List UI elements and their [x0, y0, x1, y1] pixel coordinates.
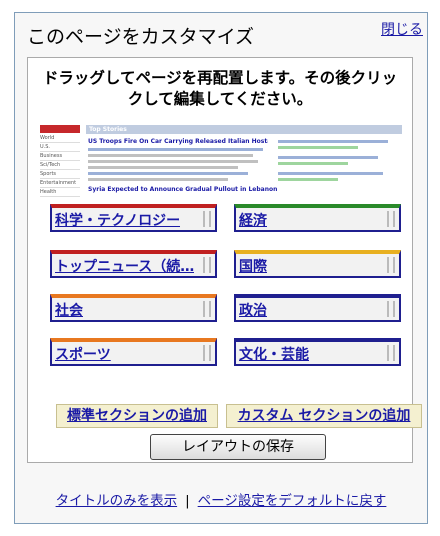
preview-text-line: [88, 154, 253, 157]
preview-text-line: [88, 166, 238, 169]
drag-handle-icon[interactable]: [203, 345, 211, 361]
section-tile[interactable]: 科学・テクノロジー: [50, 204, 217, 232]
preview-nav-item: Business: [40, 153, 80, 161]
section-tile[interactable]: 文化・芸能: [234, 338, 401, 366]
panel-header: このページをカスタマイズ 閉じる: [15, 13, 427, 53]
preview-text-line: [278, 156, 378, 159]
customize-panel: このページをカスタマイズ 閉じる ドラッグしてページを再配置します。その後クリッ…: [14, 12, 428, 524]
preview-top-bar: Top Stories: [86, 125, 402, 134]
section-tile-label[interactable]: 社会: [55, 300, 83, 320]
preview-headline: US Troops Fire On Car Carrying Released …: [88, 138, 268, 145]
section-tile[interactable]: 国際: [234, 250, 401, 278]
drag-handle-icon[interactable]: [203, 301, 211, 317]
section-tile-label[interactable]: トップニュース（続…: [55, 256, 194, 276]
section-tile-label[interactable]: 文化・芸能: [239, 344, 309, 364]
section-tile-label[interactable]: 科学・テクノロジー: [55, 210, 180, 230]
footer-separator: |: [185, 493, 190, 509]
add-standard-section-button[interactable]: 標準セクションの追加: [56, 404, 218, 428]
preview-section-label: Top Stories: [89, 126, 127, 133]
drag-handle-icon[interactable]: [387, 211, 395, 227]
preview-nav-item: U.S.: [40, 144, 80, 152]
preview-nav-item: World: [40, 135, 80, 143]
preview-text-line: [88, 172, 248, 175]
preview-text-line: [278, 146, 358, 149]
drag-handle-icon[interactable]: [387, 345, 395, 361]
section-tile[interactable]: 政治: [234, 294, 401, 322]
preview-nav-item: Sci/Tech: [40, 162, 80, 170]
close-link[interactable]: 閉じる: [381, 19, 423, 39]
preview-text-line: [88, 160, 258, 163]
preview-nav-item: Health: [40, 189, 80, 197]
drag-handle-icon[interactable]: [387, 257, 395, 273]
section-tile[interactable]: スポーツ: [50, 338, 217, 366]
save-layout-button[interactable]: レイアウトの保存: [150, 434, 326, 460]
section-tile-label[interactable]: 政治: [239, 300, 267, 320]
drag-handle-icon[interactable]: [203, 257, 211, 273]
drag-handle-icon[interactable]: [203, 211, 211, 227]
section-tile-label[interactable]: 経済: [239, 210, 267, 230]
preview-sub-headline: Syria Expected to Announce Gradual Pullo…: [88, 186, 278, 193]
panel-title: このページをカスタマイズ: [27, 26, 255, 48]
instructions-text: ドラッグしてページを再配置します。その後クリックして編集してください。: [42, 69, 398, 108]
section-tile-label[interactable]: 国際: [239, 256, 267, 276]
section-tile[interactable]: トップニュース（続…: [50, 250, 217, 278]
section-tile[interactable]: 社会: [50, 294, 217, 322]
reset-default-link[interactable]: ページ設定をデフォルトに戻す: [198, 493, 387, 509]
add-custom-section-button[interactable]: カスタム セクションの追加: [226, 404, 422, 428]
preview-nav-item: Sports: [40, 171, 80, 179]
preview-text-line: [88, 178, 228, 181]
preview-text-line: [278, 178, 338, 181]
preview-text-line: [278, 140, 388, 143]
preview-nav-header: [40, 125, 80, 133]
preview-text-line: [88, 148, 263, 151]
preview-text-line: [278, 172, 383, 175]
preview-text-line: [278, 162, 348, 165]
preview-nav: World U.S. Business Sci/Tech Sports Ente…: [40, 125, 80, 198]
layout-editor: ドラッグしてページを再配置します。その後クリックして編集してください。 Worl…: [27, 57, 422, 463]
panel-footer: タイトルのみを表示 | ページ設定をデフォルトに戻す: [15, 489, 427, 509]
show-titles-only-link[interactable]: タイトルのみを表示: [56, 493, 178, 509]
drag-handle-icon[interactable]: [387, 301, 395, 317]
preview-nav-item: Entertainment: [40, 180, 80, 188]
section-tile-label[interactable]: スポーツ: [55, 344, 111, 364]
section-tile[interactable]: 経済: [234, 204, 401, 232]
